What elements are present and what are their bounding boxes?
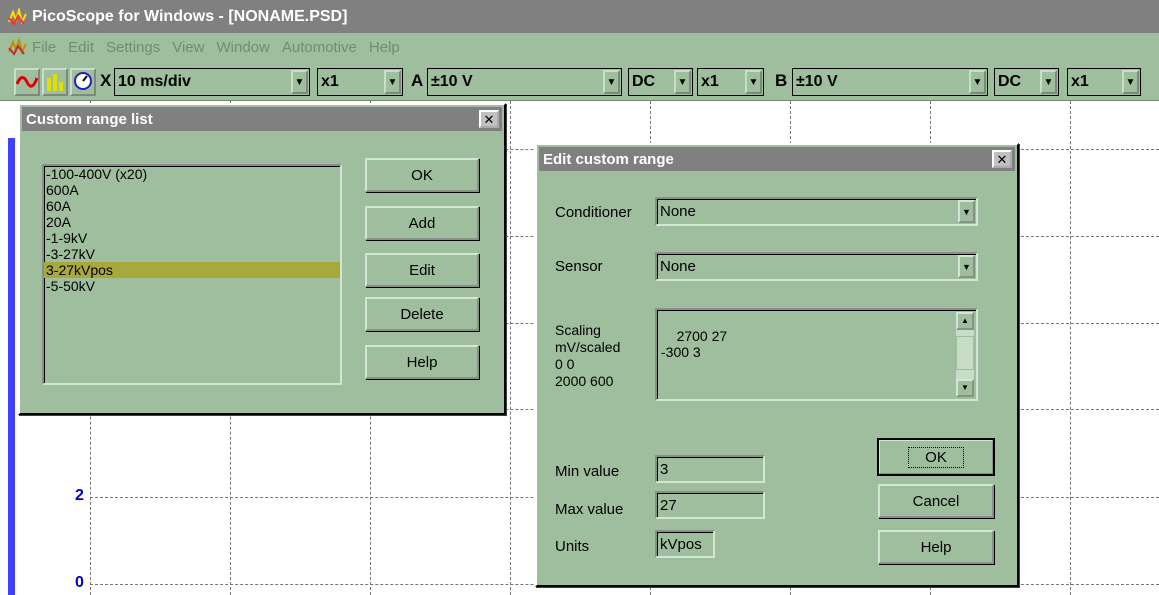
sensor-value: None xyxy=(660,258,696,275)
ok-button-label: OK xyxy=(908,446,964,468)
close-icon[interactable]: ✕ xyxy=(992,150,1012,168)
channel-a-coupling-value: DC xyxy=(632,73,656,90)
list-item[interactable]: -100-400V (x20) xyxy=(44,166,340,182)
x-multiplier-value: x1 xyxy=(321,73,339,90)
dialog-title-bar: Custom range list ✕ xyxy=(22,107,502,131)
help-button[interactable]: Help xyxy=(878,530,994,564)
max-value-label: Max value xyxy=(555,501,624,518)
app-title-bar: PicoScope for Windows - [NONAME.PSD] xyxy=(0,0,1159,33)
min-value-input[interactable]: 3 xyxy=(655,455,765,483)
list-item-selected[interactable]: 3-27kVpos xyxy=(44,262,340,278)
channel-a-label: A xyxy=(411,71,424,90)
scaling-scrollbar[interactable]: ▲ ▼ xyxy=(956,312,974,397)
max-value-input[interactable]: 27 xyxy=(655,491,765,519)
edit-button[interactable]: Edit xyxy=(365,253,479,287)
grid-line xyxy=(1070,101,1071,595)
units-input[interactable]: kVpos xyxy=(655,530,715,558)
sensor-select[interactable]: None ▼ xyxy=(655,252,978,281)
trace-axis-bar xyxy=(8,138,15,595)
picoscope-icon xyxy=(8,7,27,26)
timebase-select[interactable]: 10 ms/div ▼ xyxy=(114,68,310,96)
channel-a-range-select[interactable]: ±10 V ▼ xyxy=(427,68,622,96)
scroll-thumb[interactable] xyxy=(956,336,974,370)
y-tick-label: 2 xyxy=(75,487,84,504)
window-title: PicoScope for Windows - [NONAME.PSD] xyxy=(32,7,348,25)
meter-mode-button[interactable] xyxy=(70,68,96,96)
channel-b-range-value: ±10 V xyxy=(796,73,838,90)
spectrum-mode-button[interactable] xyxy=(42,68,68,96)
menu-bar: File Edit Settings View Window Automotiv… xyxy=(0,33,1159,61)
chevron-down-icon[interactable]: ▼ xyxy=(958,200,975,223)
menu-edit[interactable]: Edit xyxy=(68,39,94,56)
ok-button[interactable]: OK xyxy=(365,158,479,192)
menu-help[interactable]: Help xyxy=(369,39,400,56)
scope-trace-icon xyxy=(15,76,39,88)
conditioner-label: Conditioner xyxy=(555,204,632,221)
chevron-down-icon[interactable]: ▼ xyxy=(291,70,308,94)
grid-line xyxy=(510,101,511,595)
list-item[interactable]: -3-27kV xyxy=(44,246,340,262)
system-menu-icon[interactable] xyxy=(8,38,28,56)
channel-a-multiplier-select[interactable]: x1 ▼ xyxy=(697,68,764,96)
list-item[interactable]: 600A xyxy=(44,182,340,198)
channel-a-multiplier-value: x1 xyxy=(701,73,719,90)
custom-range-list-dialog: Custom range list ✕ -100-400V (x20) 600A… xyxy=(18,103,506,415)
timebase-value: 10 ms/div xyxy=(118,73,191,90)
delete-button[interactable]: Delete xyxy=(365,297,479,331)
chevron-down-icon[interactable]: ▼ xyxy=(1040,70,1057,94)
min-value-label: Min value xyxy=(555,463,620,480)
chevron-down-icon[interactable]: ▼ xyxy=(603,70,620,94)
edit-custom-range-dialog: Edit custom range ✕ Conditioner None ▼ S… xyxy=(535,143,1019,587)
channel-b-multiplier-select[interactable]: x1 ▼ xyxy=(1067,68,1141,96)
scaling-label: Scaling mV/scaled 0 0 2000 600 xyxy=(555,322,621,389)
channel-b-multiplier-value: x1 xyxy=(1071,73,1089,90)
dialog-title-bar: Edit custom range ✕ xyxy=(539,147,1015,171)
conditioner-select[interactable]: None ▼ xyxy=(655,197,978,226)
y-tick-label: 0 xyxy=(75,574,84,591)
spectrum-bars-icon xyxy=(47,74,63,91)
list-item[interactable]: -1-9kV xyxy=(44,230,340,246)
dialog-title: Edit custom range xyxy=(543,150,674,168)
scaling-table-input[interactable]: 2700 27 -300 3 ▲ ▼ xyxy=(655,308,978,401)
scaling-table-text: 2700 27 -300 3 xyxy=(661,328,728,360)
scroll-down-icon[interactable]: ▼ xyxy=(956,379,974,397)
chevron-down-icon[interactable]: ▼ xyxy=(1122,70,1139,94)
toolbar: X 10 ms/div ▼ x1 ▼ A ±10 V ▼ DC ▼ x1 ▼ B… xyxy=(0,61,1159,101)
chevron-down-icon[interactable]: ▼ xyxy=(745,70,762,94)
menu-window[interactable]: Window xyxy=(216,39,269,56)
channel-a-range-value: ±10 V xyxy=(431,73,473,90)
menu-file[interactable]: File xyxy=(32,39,56,56)
list-item[interactable]: -5-50kV xyxy=(44,278,340,294)
channel-b-label: B xyxy=(775,71,788,90)
conditioner-value: None xyxy=(660,203,696,220)
help-button[interactable]: Help xyxy=(365,345,479,379)
units-label: Units xyxy=(555,538,590,555)
channel-b-coupling-select[interactable]: DC ▼ xyxy=(994,68,1059,96)
meter-gauge-icon xyxy=(74,72,92,90)
scroll-up-icon[interactable]: ▲ xyxy=(956,312,974,330)
menu-settings[interactable]: Settings xyxy=(106,39,160,56)
list-item[interactable]: 60A xyxy=(44,198,340,214)
cancel-button[interactable]: Cancel xyxy=(878,484,994,518)
menu-automotive[interactable]: Automotive xyxy=(282,39,357,56)
chevron-down-icon[interactable]: ▼ xyxy=(674,70,691,94)
channel-b-range-select[interactable]: ±10 V ▼ xyxy=(792,68,988,96)
x-axis-label: X xyxy=(100,71,112,90)
channel-a-coupling-select[interactable]: DC ▼ xyxy=(628,68,693,96)
menu-view[interactable]: View xyxy=(172,39,204,56)
chevron-down-icon[interactable]: ▼ xyxy=(969,70,986,94)
channel-b-coupling-value: DC xyxy=(998,73,1022,90)
ok-button[interactable]: OK xyxy=(877,438,995,476)
scope-mode-button[interactable] xyxy=(14,68,40,96)
chevron-down-icon[interactable]: ▼ xyxy=(958,255,975,278)
add-button[interactable]: Add xyxy=(365,206,479,240)
close-icon[interactable]: ✕ xyxy=(479,110,499,128)
sensor-label: Sensor xyxy=(555,258,603,275)
dialog-title: Custom range list xyxy=(26,110,153,128)
custom-range-listbox[interactable]: -100-400V (x20) 600A 60A 20A -1-9kV -3-2… xyxy=(42,164,342,385)
list-item[interactable]: 20A xyxy=(44,214,340,230)
x-multiplier-select[interactable]: x1 ▼ xyxy=(317,68,403,96)
chevron-down-icon[interactable]: ▼ xyxy=(384,70,401,94)
